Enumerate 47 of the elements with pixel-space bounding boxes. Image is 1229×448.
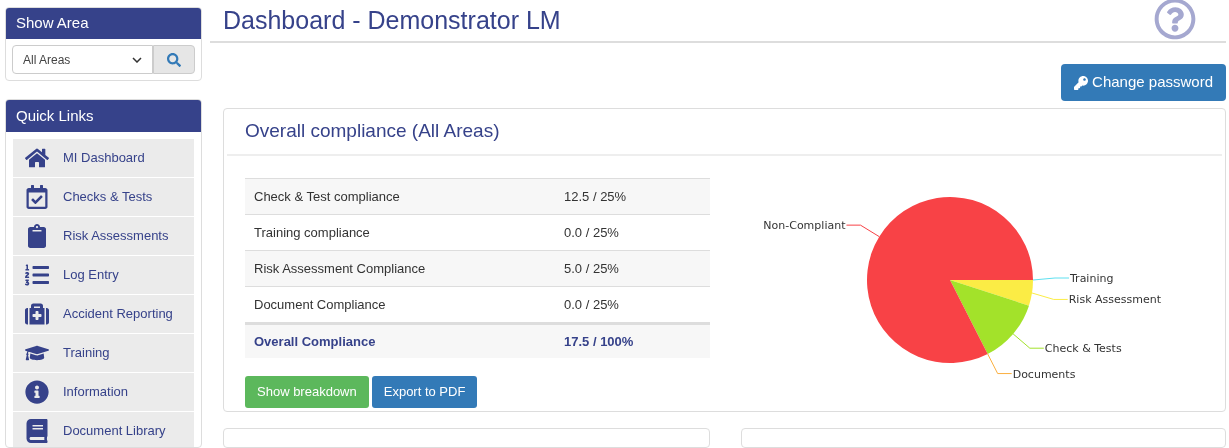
- table-cell-text: 12.5 / 25%: [563, 187, 628, 206]
- table-cell-text: Check & Test compliance: [253, 187, 401, 206]
- pie-label: Check & Tests: [1044, 342, 1122, 356]
- panel-title: Show Area: [6, 8, 201, 39]
- table-cell-text: Risk Assessment Compliance: [253, 259, 427, 278]
- calendar-check-icon: [25, 185, 49, 209]
- table-cell-text: 0.0 / 25%: [563, 223, 620, 242]
- search-icon: [167, 52, 181, 67]
- book-icon: [25, 419, 49, 443]
- table-cell-text: Document Compliance: [253, 295, 387, 314]
- change-password-button[interactable]: Change password: [1061, 64, 1226, 101]
- quick-link[interactable]: Document Library: [13, 412, 194, 447]
- key-icon: [1074, 75, 1089, 90]
- quick-link[interactable]: MI Dashboard: [13, 139, 194, 177]
- quick-link[interactable]: Risk Assessments: [13, 217, 194, 255]
- panel-title: Quick Links: [6, 100, 201, 132]
- pie-label: Documents: [1012, 367, 1076, 381]
- pie-label: Non-Compliant: [763, 219, 846, 233]
- table-cell-text: 0.0 / 25%: [563, 295, 620, 314]
- quick-link[interactable]: Accident Reporting: [13, 295, 194, 333]
- table-cell-text: Overall Compliance: [253, 332, 377, 351]
- house-icon: [25, 146, 49, 170]
- leader-line: [1012, 333, 1045, 349]
- help-icon[interactable]: [1154, 0, 1196, 40]
- table-cell-text: 5.0 / 25%: [563, 259, 620, 278]
- pie-label: Training: [1070, 272, 1114, 285]
- medical-kit-icon: [25, 302, 49, 326]
- table-cell-text: 17.5 / 100%: [563, 332, 635, 351]
- info-icon: [25, 380, 49, 404]
- quick-link[interactable]: Log Entry: [13, 256, 194, 294]
- quick-link[interactable]: Checks & Tests: [13, 178, 194, 216]
- chevron-down-icon: [132, 56, 142, 63]
- clipboard-icon: [25, 224, 49, 248]
- quick-link[interactable]: Information: [13, 373, 194, 411]
- action-button[interactable]: Export to PDF: [371, 376, 478, 408]
- area-select[interactable]: All Areas: [12, 45, 153, 74]
- page-title: Dashboard - Demonstrator LM: [223, 4, 561, 36]
- leader-line: [1031, 292, 1069, 300]
- leader-line: [1032, 277, 1070, 281]
- quick-link[interactable]: Training: [13, 334, 194, 372]
- numbered-list-icon: [25, 263, 49, 287]
- table-cell-text: Training compliance: [253, 223, 371, 242]
- search-button[interactable]: [153, 45, 195, 74]
- leader-line: [987, 353, 1013, 375]
- leader-line: [845, 224, 880, 238]
- pie-label: Risk Assessment: [1068, 293, 1161, 307]
- card-title: Overall compliance (All Areas): [245, 119, 500, 144]
